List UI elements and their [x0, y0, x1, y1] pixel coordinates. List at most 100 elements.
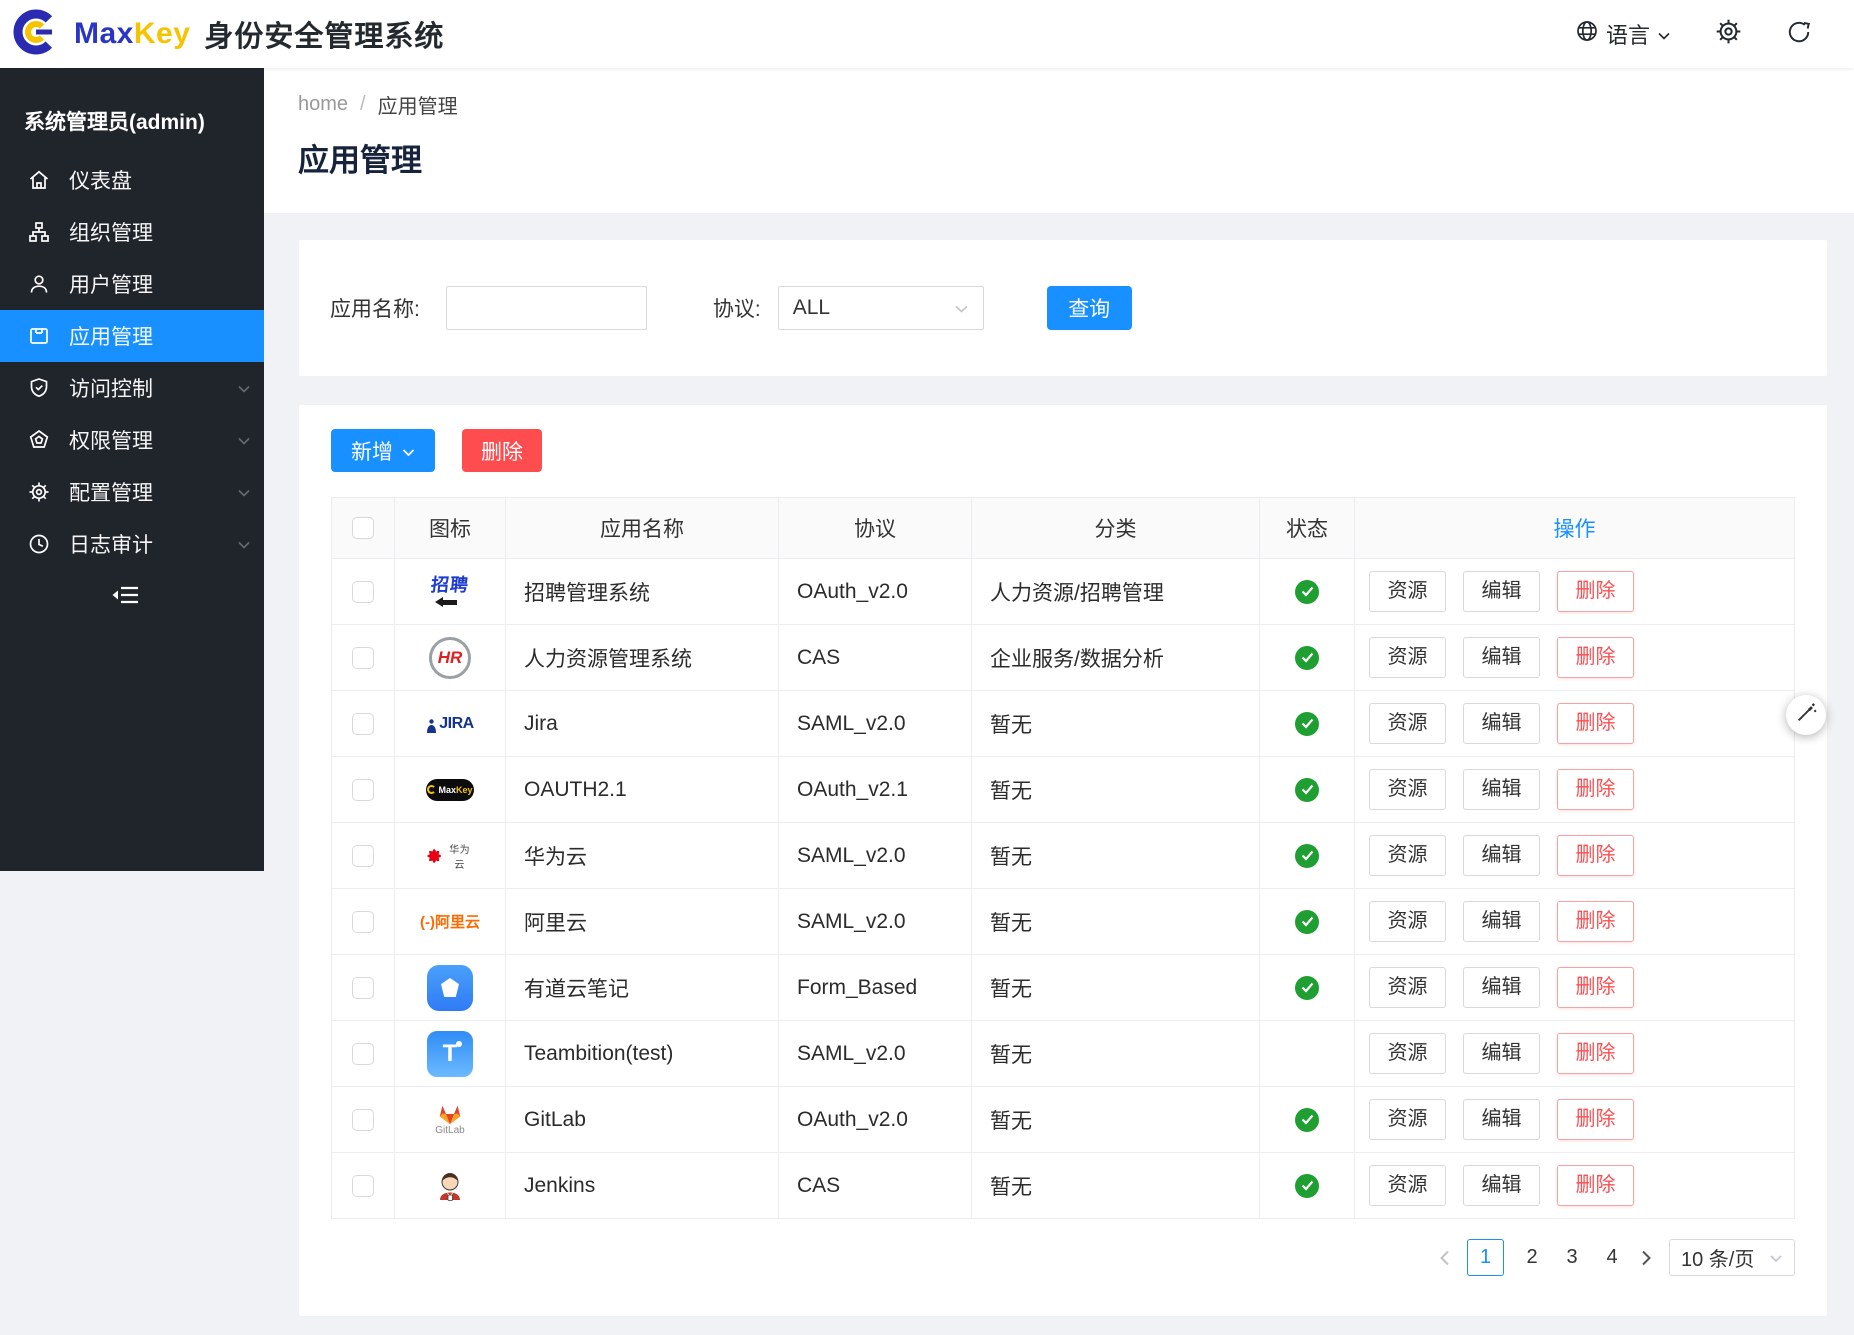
delete-button[interactable]: 删除 [1557, 967, 1634, 1008]
audit-log-icon [26, 531, 52, 557]
sidebar-item-organization[interactable]: 组织管理 [0, 206, 264, 258]
pagination-next-button[interactable] [1640, 1249, 1653, 1267]
pagination-page-1[interactable]: 1 [1467, 1239, 1504, 1276]
delete-button[interactable]: 删除 [1557, 835, 1634, 876]
row-checkbox[interactable] [352, 845, 374, 867]
row-checkbox[interactable] [352, 1043, 374, 1065]
resource-button[interactable]: 资源 [1369, 703, 1446, 744]
protocol-select-value: ALL [793, 296, 830, 320]
filter-card: 应用名称: 协议: ALL 查询 [299, 240, 1827, 376]
edit-button[interactable]: 编辑 [1463, 1165, 1540, 1206]
maxkey-logo: MaxKey [426, 766, 474, 814]
aliyun-logo: (-)阿里云 [426, 898, 474, 946]
application-icon [26, 323, 52, 349]
app-name-input[interactable] [446, 286, 647, 330]
status-active-badge [1295, 1174, 1319, 1198]
app-protocol: SAML_v2.0 [779, 889, 972, 955]
row-checkbox[interactable] [352, 1175, 374, 1197]
search-button[interactable]: 查询 [1047, 286, 1132, 330]
table-header-row: 图标 应用名称 协议 分类 状态 操作 [332, 498, 1795, 559]
sidebar-item-audit-log[interactable]: 日志审计 [0, 518, 264, 570]
language-switcher[interactable]: 语言 [1575, 18, 1671, 50]
pagination-page-4[interactable]: 4 [1600, 1246, 1624, 1269]
logout-button[interactable] [1786, 19, 1812, 50]
breadcrumb-current: 应用管理 [378, 90, 458, 119]
page-title: 应用管理 [298, 135, 1854, 180]
sidebar-item-settings[interactable]: 配置管理 [0, 466, 264, 518]
delete-button[interactable]: 删除 [1557, 901, 1634, 942]
protocol-select[interactable]: ALL [778, 286, 984, 330]
app-name: 有道云笔记 [506, 955, 779, 1021]
column-header-name: 应用名称 [506, 498, 779, 559]
row-checkbox[interactable] [352, 581, 374, 603]
edit-button[interactable]: 编辑 [1463, 967, 1540, 1008]
pagination-prev-button[interactable] [1438, 1249, 1451, 1267]
row-checkbox[interactable] [352, 911, 374, 933]
delete-button[interactable]: 删除 [1557, 1099, 1634, 1140]
user-icon [26, 271, 52, 297]
teambition-logo: T [426, 1030, 474, 1078]
pagination-page-3[interactable]: 3 [1560, 1246, 1584, 1269]
resource-button[interactable]: 资源 [1369, 769, 1446, 810]
resource-button[interactable]: 资源 [1369, 1165, 1446, 1206]
app-category: 暂无 [972, 1021, 1260, 1087]
settings-button[interactable] [1715, 18, 1742, 50]
resource-button[interactable]: 资源 [1369, 1099, 1446, 1140]
sidebar-collapse-button[interactable] [0, 584, 264, 611]
app-name: Jenkins [506, 1153, 779, 1219]
resource-button[interactable]: 资源 [1369, 901, 1446, 942]
pagination-page-2[interactable]: 2 [1520, 1246, 1544, 1269]
theme-float-button[interactable] [1786, 695, 1826, 735]
delete-button[interactable]: 删除 [1557, 1033, 1634, 1074]
sidebar-item-user[interactable]: 用户管理 [0, 258, 264, 310]
edit-button[interactable]: 编辑 [1463, 637, 1540, 678]
resource-button[interactable]: 资源 [1369, 637, 1446, 678]
delete-button[interactable]: 删除 [1557, 1165, 1634, 1206]
row-checkbox[interactable] [352, 779, 374, 801]
edit-button[interactable]: 编辑 [1463, 835, 1540, 876]
sidebar-item-label: 组织管理 [69, 217, 153, 247]
resource-button[interactable]: 资源 [1369, 835, 1446, 876]
resource-button[interactable]: 资源 [1369, 571, 1446, 612]
content-area: 应用名称: 协议: ALL 查询 新增 删除 [264, 213, 1854, 1316]
permission-icon [26, 427, 52, 453]
row-checkbox[interactable] [352, 1109, 374, 1131]
table-toolbar: 新增 删除 [331, 429, 1795, 472]
select-all-checkbox[interactable] [352, 517, 374, 539]
sidebar-item-label: 配置管理 [69, 477, 153, 507]
row-checkbox[interactable] [352, 713, 374, 735]
row-checkbox[interactable] [352, 647, 374, 669]
add-button[interactable]: 新增 [331, 429, 435, 472]
sidebar-item-permission[interactable]: 权限管理 [0, 414, 264, 466]
edit-button[interactable]: 编辑 [1463, 1099, 1540, 1140]
edit-button[interactable]: 编辑 [1463, 1033, 1540, 1074]
topbar-actions: 语言 [1575, 18, 1854, 50]
edit-button[interactable]: 编辑 [1463, 901, 1540, 942]
app-category: 暂无 [972, 823, 1260, 889]
resource-button[interactable]: 资源 [1369, 1033, 1446, 1074]
delete-button[interactable]: 删除 [1557, 637, 1634, 678]
settings-icon [26, 479, 52, 505]
breadcrumb-home[interactable]: home [298, 93, 348, 116]
brand-name: MaxKey [74, 17, 190, 51]
chevron-down-icon [1657, 21, 1671, 47]
sidebar-item-application[interactable]: 应用管理 [0, 310, 264, 362]
delete-button[interactable]: 删除 [1557, 703, 1634, 744]
sidebar-item-shield[interactable]: 访问控制 [0, 362, 264, 414]
app-name: 招聘管理系统 [506, 559, 779, 625]
sidebar-item-label: 权限管理 [69, 425, 153, 455]
edit-button[interactable]: 编辑 [1463, 703, 1540, 744]
edit-button[interactable]: 编辑 [1463, 571, 1540, 612]
logout-icon [1786, 19, 1812, 50]
delete-button[interactable]: 删除 [1557, 769, 1634, 810]
sidebar-item-dashboard[interactable]: 仪表盘 [0, 154, 264, 206]
page-size-select[interactable]: 10 条/页 [1669, 1239, 1795, 1276]
app-category: 暂无 [972, 889, 1260, 955]
row-checkbox[interactable] [352, 977, 374, 999]
column-header-status: 状态 [1260, 498, 1355, 559]
edit-button[interactable]: 编辑 [1463, 769, 1540, 810]
resource-button[interactable]: 资源 [1369, 967, 1446, 1008]
delete-button[interactable]: 删除 [1557, 571, 1634, 612]
bulk-delete-button[interactable]: 删除 [462, 429, 542, 472]
dashboard-icon [26, 167, 52, 193]
